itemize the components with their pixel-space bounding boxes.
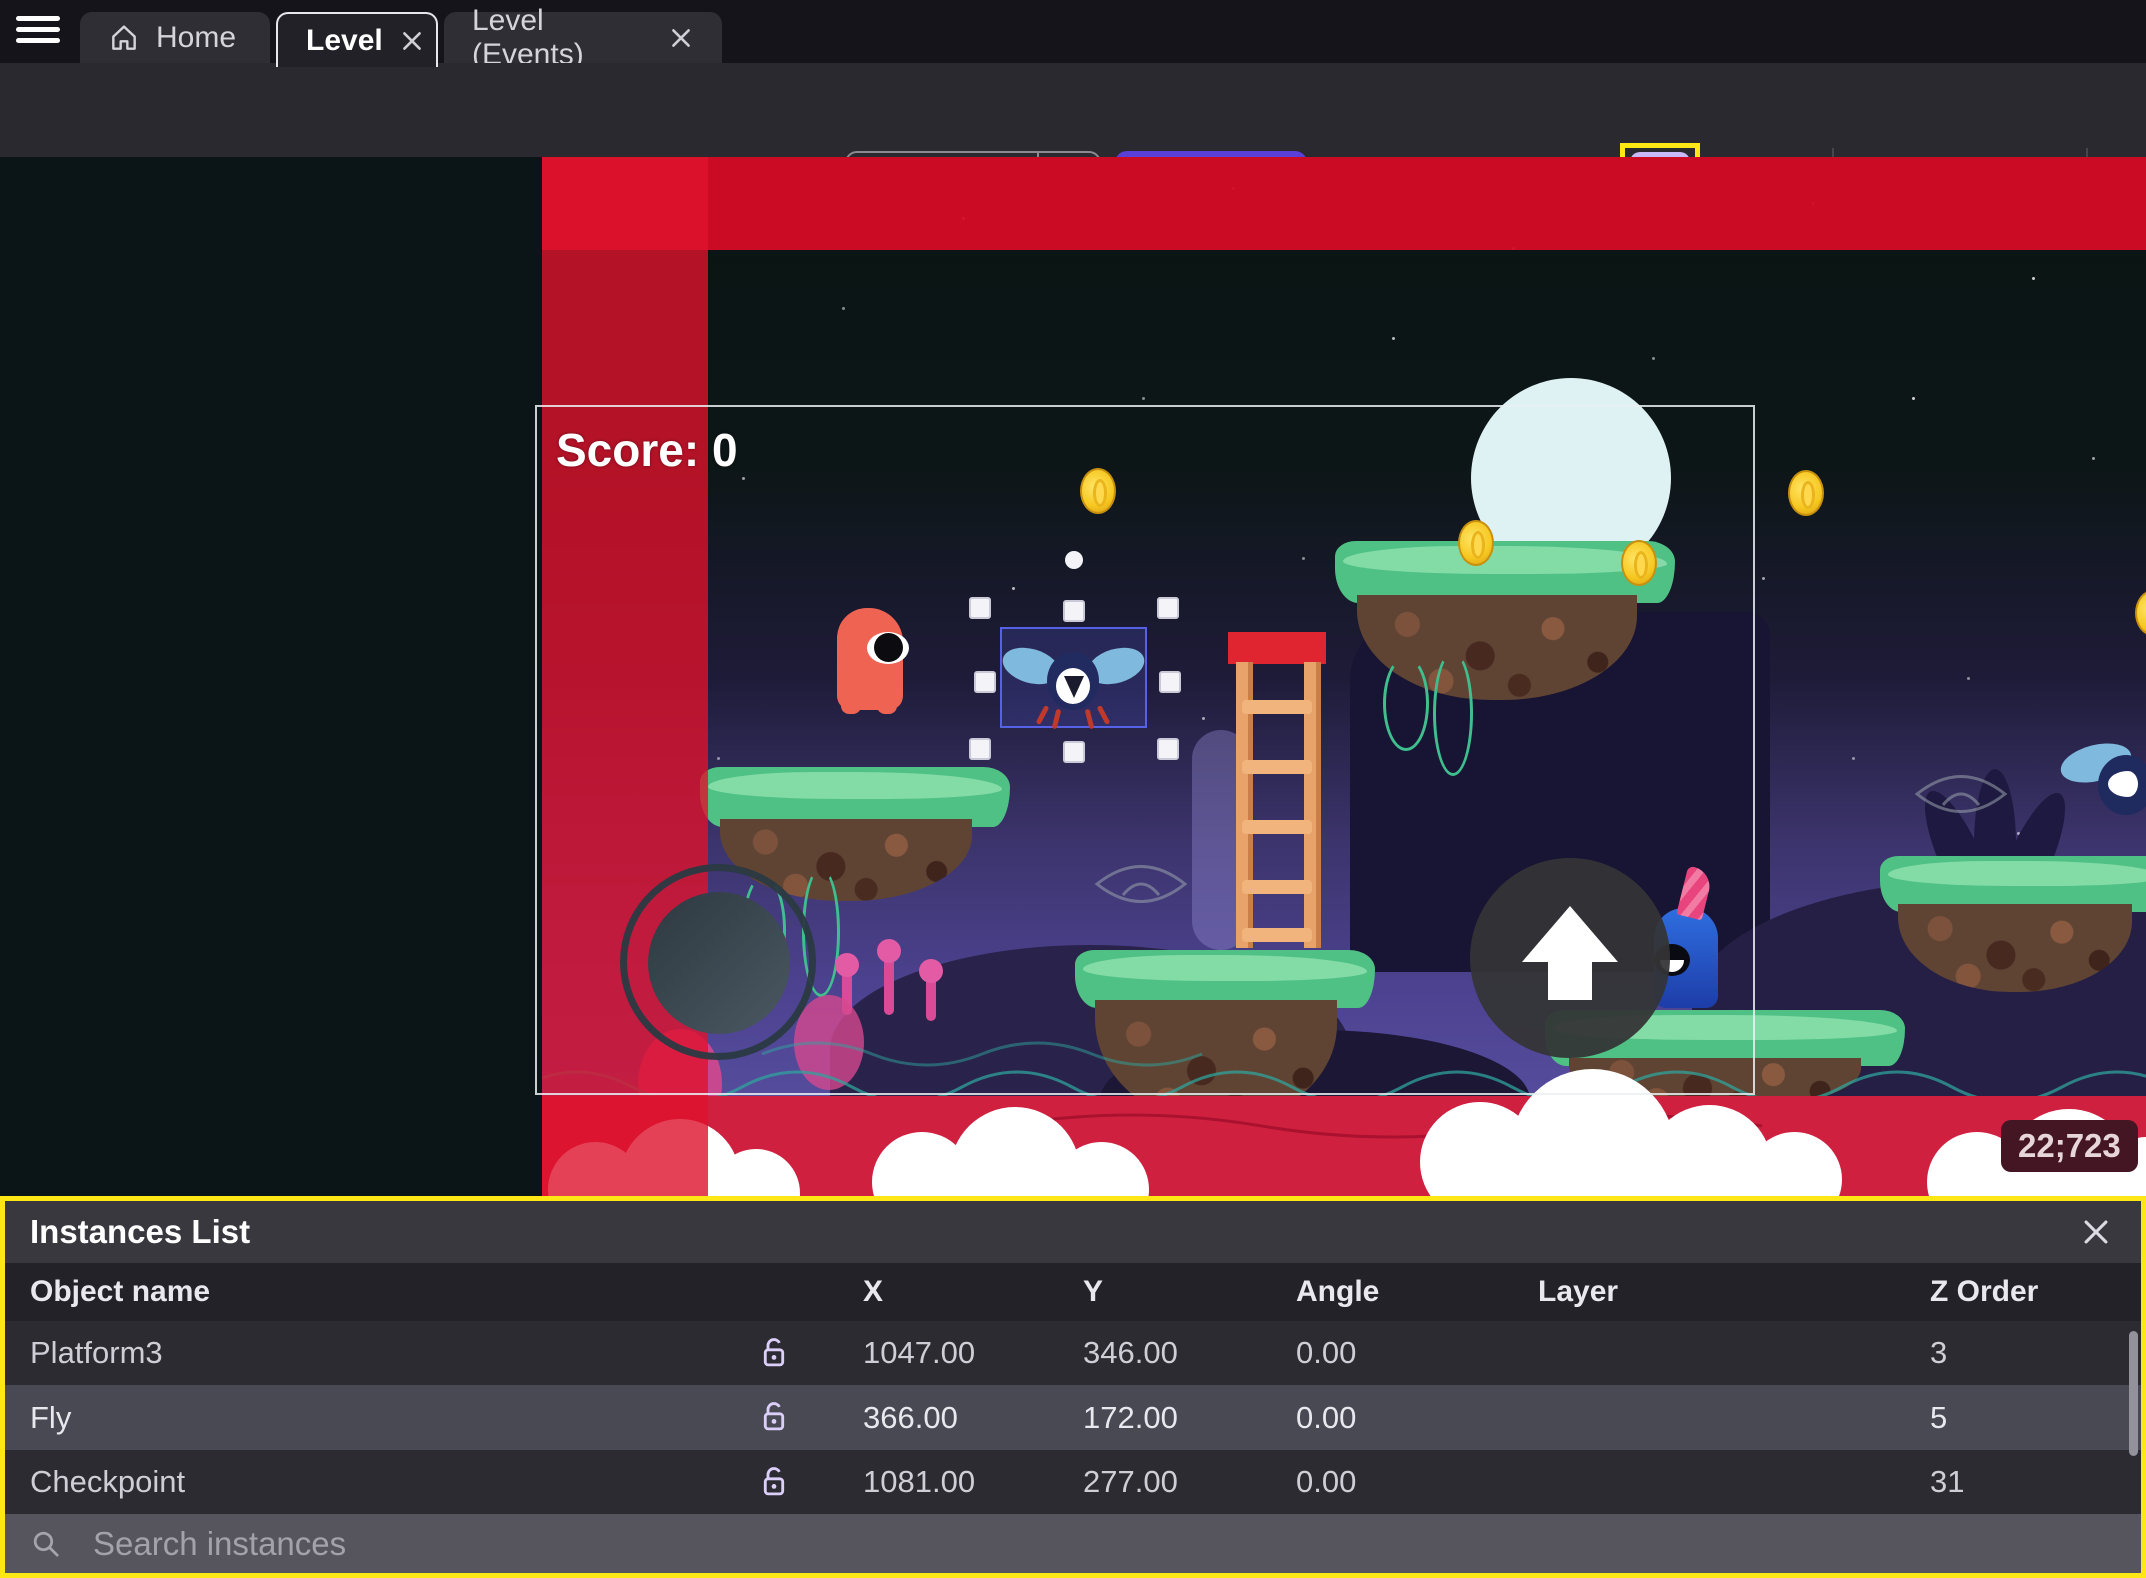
unlocked-padlock-icon[interactable] — [755, 1398, 793, 1436]
instance-angle: 0.00 — [1296, 1335, 1357, 1370]
close-tab-icon[interactable] — [668, 25, 694, 51]
col-layer: Layer — [1538, 1275, 1619, 1308]
instance-x: 366.00 — [863, 1399, 958, 1435]
tab-level-active[interactable]: Level — [276, 12, 438, 67]
red-zone-top — [542, 157, 2146, 250]
panel-title: Instances List — [30, 1213, 251, 1250]
bat-enemy[interactable] — [2098, 755, 2146, 815]
toolbar: Preview Publish — [0, 63, 2146, 223]
instance-row-fly[interactable]: Fly 366.00 172.00 0.00 5 — [5, 1385, 2141, 1450]
search-icon — [33, 1531, 59, 1557]
tab-home[interactable]: Home — [80, 12, 270, 63]
instance-z-order: 5 — [1930, 1399, 1948, 1435]
col-object-name: Object name — [30, 1275, 211, 1308]
tab-bar: Home Level Level (Events) — [0, 0, 2146, 71]
scene-editor-canvas[interactable]: Score: 0 22;723 — [0, 157, 2146, 1196]
platform-far-right[interactable] — [1880, 856, 2146, 992]
up-arrow-icon-stem — [1548, 958, 1592, 1000]
cursor-coordinates-badge: 22;723 — [2001, 1120, 2138, 1172]
home-icon — [112, 24, 136, 50]
instance-z-order: 3 — [1930, 1335, 1948, 1370]
table-column-headers: Object name X Y Angle Layer Z Order — [5, 1263, 2141, 1321]
instance-angle: 0.00 — [1296, 1399, 1357, 1435]
instance-x: 1081.00 — [863, 1464, 976, 1499]
hamburger-menu-icon[interactable] — [16, 16, 60, 48]
instance-name: Checkpoint — [30, 1464, 186, 1499]
joystick-pad[interactable] — [648, 892, 790, 1034]
instance-row-platform3[interactable]: Platform3 1047.00 346.00 0.00 3 — [5, 1321, 2141, 1385]
tab-level-events[interactable]: Level (Events) — [444, 4, 722, 71]
coin-object[interactable] — [1788, 470, 1824, 516]
instance-y: 346.00 — [1083, 1335, 1178, 1370]
instance-y: 277.00 — [1083, 1464, 1178, 1499]
close-panel-icon[interactable] — [2079, 1215, 2113, 1249]
col-y: Y — [1083, 1275, 1104, 1308]
instance-angle: 0.00 — [1296, 1464, 1357, 1499]
instance-y: 172.00 — [1083, 1399, 1178, 1435]
instance-row-checkpoint[interactable]: Checkpoint 1081.00 277.00 0.00 31 — [5, 1450, 2141, 1514]
instance-z-order: 31 — [1930, 1464, 1965, 1499]
panel-scrollbar[interactable] — [2129, 1331, 2138, 1456]
instance-name: Fly — [30, 1399, 72, 1435]
instances-list-panel: Instances List Object name X Y Angle Lay… — [0, 1196, 2146, 1578]
editor-window: Home Level Level (Events) Score: 0 22;72… — [0, 0, 2146, 1578]
unlocked-padlock-icon[interactable] — [755, 1334, 793, 1372]
unlocked-padlock-icon[interactable] — [755, 1463, 793, 1501]
up-arrow-icon — [1522, 906, 1618, 962]
tab-home-label: Home — [156, 20, 237, 54]
coin-object[interactable] — [2135, 590, 2146, 636]
col-angle: Angle — [1296, 1275, 1380, 1308]
instance-name: Platform3 — [30, 1335, 163, 1370]
eye-decoration — [1914, 775, 2008, 813]
instance-x: 1047.00 — [863, 1335, 976, 1370]
close-tab-icon[interactable] — [399, 28, 425, 54]
search-instances-input[interactable] — [93, 1514, 1993, 1573]
col-x: X — [863, 1275, 884, 1308]
score-text: Score: 0 — [556, 424, 738, 476]
panel-header: Instances List — [5, 1201, 2141, 1263]
tab-events-label: Level (Events) — [472, 3, 584, 71]
col-z-order: Z Order — [1930, 1275, 2039, 1308]
tab-level-label: Level — [306, 23, 383, 57]
jump-arrow-button[interactable] — [1470, 858, 1670, 1058]
search-bar — [5, 1514, 2141, 1573]
